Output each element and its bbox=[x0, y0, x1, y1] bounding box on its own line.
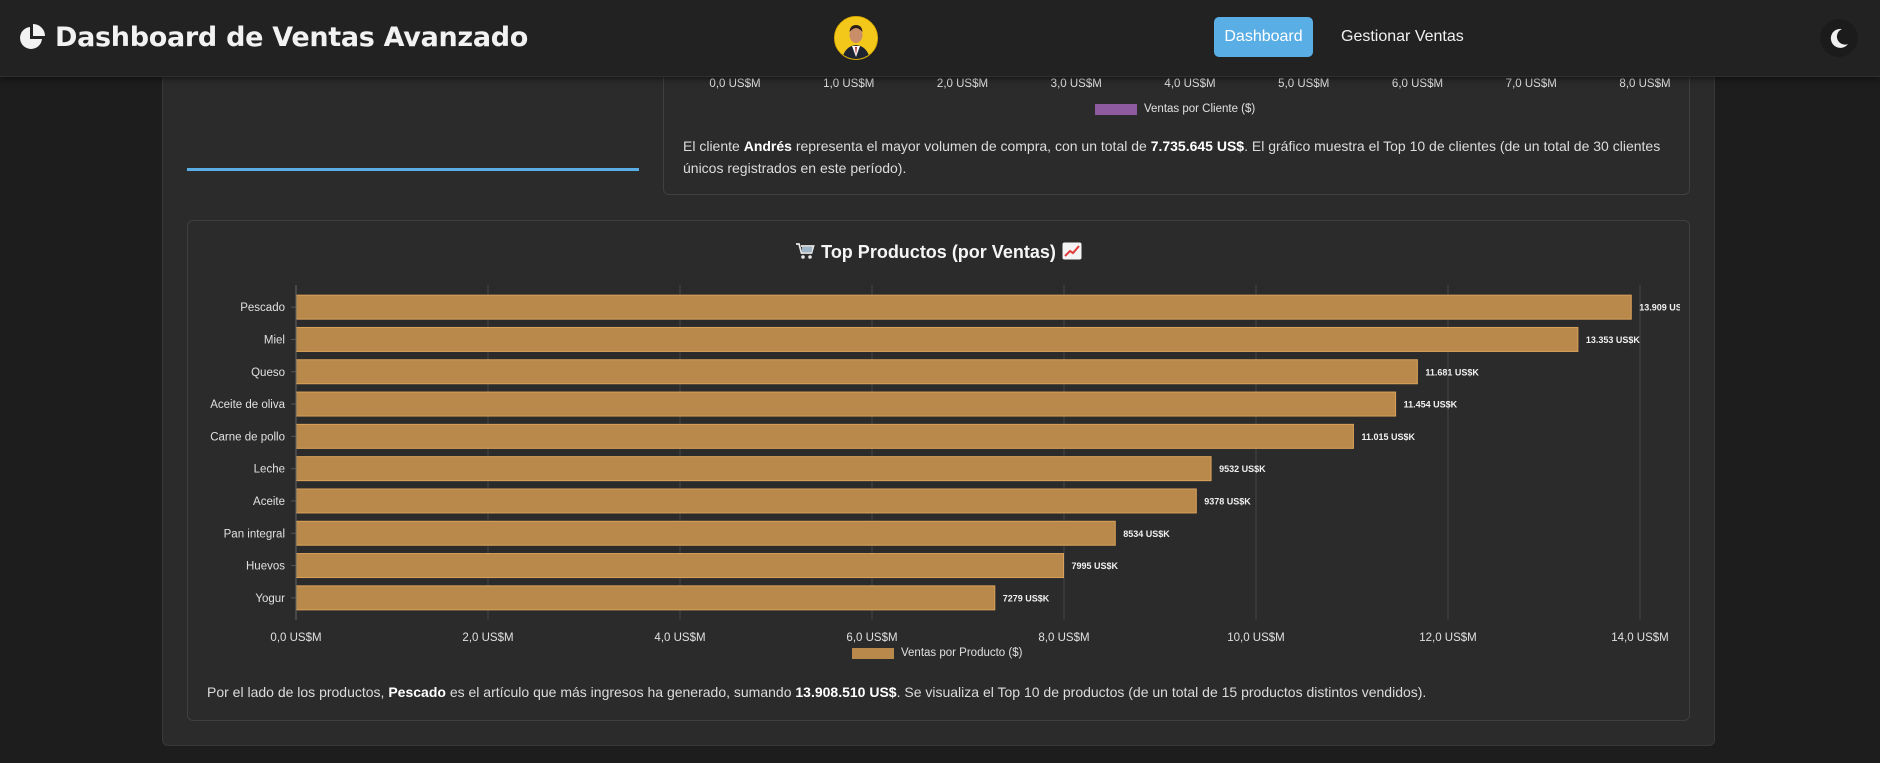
client-x-tick-label: 2,0 US$M bbox=[936, 78, 989, 90]
user-photo bbox=[835, 17, 877, 59]
y-category-label: Aceite de oliva bbox=[210, 399, 285, 411]
x-tick-label: 8,0 US$M bbox=[1038, 632, 1089, 644]
client-x-tick-label: 0,0 US$M bbox=[709, 78, 761, 90]
product-bar bbox=[295, 423, 1354, 449]
product-chart-legend[interactable]: Ventas por Producto ($) bbox=[852, 647, 1022, 659]
client-x-tick-label: 6,0 US$M bbox=[1391, 78, 1444, 90]
nav-dashboard-button[interactable]: Dashboard bbox=[1214, 17, 1313, 57]
top-navbar: Dashboard de Ventas Avanzado Dashboard G… bbox=[0, 0, 1880, 77]
top-client-amount: 7.735.645 US$ bbox=[1150, 138, 1245, 154]
x-tick-label: 0,0 US$M bbox=[270, 632, 321, 644]
client-x-tick-label: 3,0 US$M bbox=[1050, 78, 1102, 90]
product-bar bbox=[295, 585, 996, 611]
pie-chart-icon bbox=[20, 24, 45, 49]
client-legend-swatch bbox=[1095, 103, 1137, 115]
product-bar bbox=[295, 456, 1212, 482]
y-category-label: Pescado bbox=[240, 302, 285, 314]
product-summary-part: es el artículo que más ingresos ha gener… bbox=[445, 684, 796, 700]
client-legend-label: Ventas por Cliente ($) bbox=[1144, 103, 1256, 115]
bar-value-label: 11.454 US$K bbox=[1404, 400, 1458, 410]
bar-value-label: 9532 US$K bbox=[1219, 464, 1266, 474]
user-avatar[interactable] bbox=[834, 16, 878, 60]
product-bar bbox=[295, 520, 1116, 546]
theme-toggle-button[interactable] bbox=[1820, 19, 1858, 57]
client-x-tick-label: 5,0 US$M bbox=[1278, 78, 1330, 90]
client-chart-legend[interactable]: Ventas por Cliente ($) bbox=[1095, 103, 1255, 115]
client-x-tick-label: 8,0 US$M bbox=[1619, 78, 1671, 90]
client-summary-text: El cliente Andrés representa el mayor vo… bbox=[683, 135, 1673, 179]
product-summary-text: Por el lado de los productos, Pescado es… bbox=[207, 681, 1677, 703]
x-tick-label: 10,0 US$M bbox=[1227, 632, 1285, 644]
bar-value-label: 7279 US$K bbox=[1003, 593, 1050, 603]
chart-increasing-icon bbox=[1062, 242, 1082, 260]
x-tick-label: 4,0 US$M bbox=[654, 632, 705, 644]
y-category-label: Aceite bbox=[253, 496, 285, 508]
y-category-label: Yogur bbox=[255, 593, 285, 605]
product-summary-part: Por el lado de los productos, bbox=[207, 684, 389, 700]
product-bar bbox=[295, 326, 1579, 352]
x-tick-label: 14,0 US$M bbox=[1611, 632, 1669, 644]
shopping-cart-icon bbox=[796, 243, 815, 259]
product-chart-title-text: Top Productos (por Ventas) bbox=[821, 242, 1056, 262]
product-bar bbox=[295, 294, 1632, 320]
product-bar bbox=[295, 359, 1418, 385]
client-summary-part: El cliente bbox=[683, 138, 744, 154]
top-product-amount: 13.908.510 US$ bbox=[795, 684, 897, 700]
active-panel-underline bbox=[187, 168, 639, 171]
x-tick-label: 12,0 US$M bbox=[1419, 632, 1477, 644]
product-legend-label: Ventas por Producto ($) bbox=[901, 647, 1023, 659]
bar-value-label: 11.681 US$K bbox=[1425, 367, 1479, 377]
product-chart-title: Top Productos (por Ventas) bbox=[187, 242, 1690, 263]
y-category-label: Leche bbox=[254, 464, 285, 476]
y-category-label: Queso bbox=[251, 367, 285, 379]
y-category-label: Miel bbox=[264, 334, 285, 346]
product-bar bbox=[295, 553, 1065, 579]
product-bar-chart: 0,0 US$M 2,0 US$M 4,0 US$M 6,0 US$M 8,0 US$M… bbox=[210, 285, 1680, 644]
nav-manage-sales-link[interactable]: Gestionar Ventas bbox=[1341, 17, 1464, 57]
bar-value-label: 11.015 US$K bbox=[1361, 432, 1415, 442]
product-bar bbox=[295, 391, 1397, 417]
bar-value-label: 13.909 US$K bbox=[1639, 303, 1680, 313]
y-category-label: Pan integral bbox=[224, 528, 285, 540]
product-bar bbox=[295, 488, 1197, 514]
x-tick-label: 6,0 US$M bbox=[846, 632, 897, 644]
bar-value-label: 9378 US$K bbox=[1204, 496, 1251, 506]
client-x-tick-label: 1,0 US$M bbox=[823, 78, 875, 90]
y-category-label: Huevos bbox=[246, 561, 285, 573]
bar-value-label: 7995 US$K bbox=[1072, 561, 1119, 571]
y-category-label: Carne de pollo bbox=[210, 431, 285, 443]
moon-icon bbox=[1830, 28, 1848, 48]
x-tick-label: 2,0 US$M bbox=[462, 632, 513, 644]
top-client-name: Andrés bbox=[743, 138, 792, 154]
client-summary-part: representa el mayor volumen de compra, c… bbox=[791, 138, 1151, 154]
client-x-tick-label: 4,0 US$M bbox=[1164, 78, 1216, 90]
client-x-tick-label: 7,0 US$M bbox=[1505, 78, 1557, 90]
app-title: Dashboard de Ventas Avanzado bbox=[55, 21, 529, 53]
brand[interactable]: Dashboard de Ventas Avanzado bbox=[18, 17, 528, 57]
product-legend-swatch bbox=[852, 647, 894, 659]
product-summary-part: . Se visualiza el Top 10 de productos (d… bbox=[896, 684, 1427, 700]
top-product-name: Pescado bbox=[388, 684, 446, 700]
bar-value-label: 13.353 US$K bbox=[1586, 335, 1641, 345]
bar-value-label: 8534 US$K bbox=[1123, 529, 1170, 539]
